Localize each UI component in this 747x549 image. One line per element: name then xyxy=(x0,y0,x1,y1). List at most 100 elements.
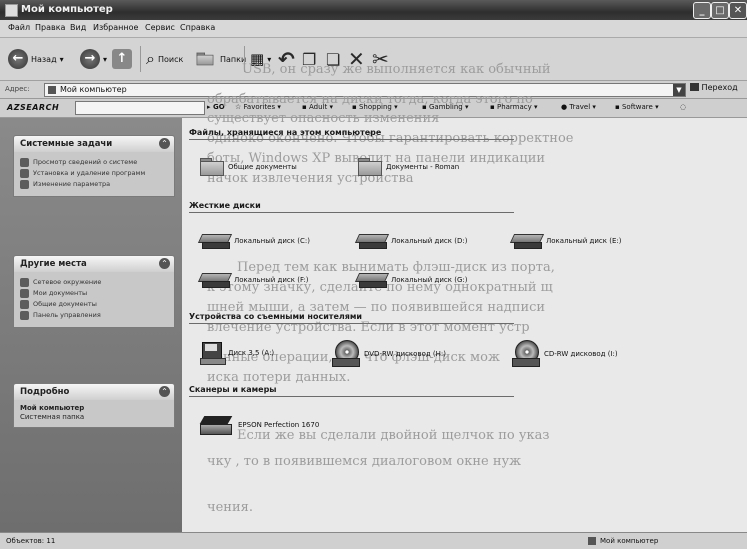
place-network[interactable]: Сетевое окружение xyxy=(20,278,169,287)
hard-disk-icon xyxy=(354,273,390,288)
scanners-section-header: Сканеры и камеры xyxy=(189,385,277,394)
menu-file[interactable]: Файл xyxy=(8,23,30,32)
section-divider xyxy=(189,139,514,140)
task-change-setting[interactable]: Изменение параметра xyxy=(20,180,169,189)
search-button[interactable]: ⌕ Поиск xyxy=(146,46,183,72)
details-panel: Подробно ⌃ Мой компьютер Системная папка xyxy=(13,383,175,428)
az-software-button[interactable]: ▪ Software ▾ xyxy=(615,103,659,111)
floppy-drive-icon xyxy=(200,342,226,365)
place-my-documents[interactable]: Мои документы xyxy=(20,289,169,298)
roman-documents-folder[interactable]: Документы - Roman xyxy=(358,158,459,176)
az-travel-button[interactable]: ● Travel ▾ xyxy=(561,103,596,111)
az-options-icon[interactable]: ◌ xyxy=(680,103,686,111)
menu-tools[interactable]: Сервис xyxy=(145,23,175,32)
folder-up-icon: ↑ xyxy=(112,49,132,69)
task-view-system-info[interactable]: Просмотр сведений о системе xyxy=(20,158,169,167)
details-header[interactable]: Подробно ⌃ xyxy=(14,384,174,400)
system-tasks-panel: Системные задачи ⌃ Просмотр сведений о с… xyxy=(13,135,175,197)
folders-icon xyxy=(196,52,214,66)
explorer-window: Мой компьютер _ □ ✕ Файл Правка Вид Избр… xyxy=(0,0,747,549)
collapse-icon[interactable]: ⌃ xyxy=(159,258,170,269)
maximize-button[interactable]: □ xyxy=(711,2,729,19)
programs-icon xyxy=(20,169,29,178)
system-tasks-body: Просмотр сведений о системе Установка и … xyxy=(14,152,174,196)
folder-icon xyxy=(200,158,224,176)
details-body: Мой компьютер Системная папка xyxy=(14,400,174,427)
menu-favorites[interactable]: Избранное xyxy=(93,23,138,32)
back-dropdown-icon[interactable]: ▾ xyxy=(60,55,64,64)
forward-dropdown-icon[interactable]: ▾ xyxy=(103,55,107,64)
floppy-drive-a[interactable]: Диск 3,5 (A:) xyxy=(200,342,274,365)
files-section-header: Файлы, хранящиеся на этом компьютере xyxy=(189,128,382,137)
control-panel-icon xyxy=(20,311,29,320)
hard-disk-icon xyxy=(354,234,390,249)
system-tasks-header[interactable]: Системные задачи ⌃ xyxy=(14,136,174,152)
back-arrow-icon: ← xyxy=(8,49,28,69)
minimize-button[interactable]: _ xyxy=(693,2,711,19)
system-info-icon xyxy=(20,158,29,167)
control-panel-icon xyxy=(20,180,29,189)
dvd-drive-h[interactable]: DVD-RW дисковод (H:) xyxy=(332,340,446,368)
close-button[interactable]: ✕ xyxy=(729,2,747,19)
other-places-header[interactable]: Другие места ⌃ xyxy=(14,256,174,272)
removable-section-header: Устройства со съемными носителями xyxy=(189,312,363,321)
details-name: Мой компьютер xyxy=(20,404,85,412)
disk-g[interactable]: Локальный диск (G:) xyxy=(354,273,467,288)
up-button[interactable]: ↑ xyxy=(112,46,132,72)
details-type: Системная папка xyxy=(20,413,85,421)
folder-icon xyxy=(358,158,382,176)
cd-drive-icon xyxy=(512,340,540,368)
hard-disk-icon xyxy=(197,273,233,288)
status-bar: Объектов: 11 Мой компьютер xyxy=(0,532,747,549)
address-dropdown-icon[interactable]: ▼ xyxy=(673,84,685,96)
menu-bar: Файл Правка Вид Избранное Сервис Справка xyxy=(0,20,747,38)
status-location: Мой компьютер xyxy=(600,537,659,545)
disk-d[interactable]: Локальный диск (D:) xyxy=(354,234,467,249)
menu-view[interactable]: Вид xyxy=(70,23,86,32)
hard-disk-icon xyxy=(197,234,233,249)
section-divider xyxy=(189,323,514,324)
back-button[interactable]: ← Назад ▾ xyxy=(8,46,64,72)
folder-icon xyxy=(20,289,29,298)
go-button[interactable]: Переход xyxy=(690,83,738,92)
task-add-remove-programs[interactable]: Установка и удаление программ xyxy=(20,169,169,178)
task-pane: Системные задачи ⌃ Просмотр сведений о с… xyxy=(0,118,182,532)
azsearch-input[interactable] xyxy=(75,101,205,115)
hdd-section-header: Жесткие диски xyxy=(189,201,261,210)
place-shared-documents[interactable]: Общие документы xyxy=(20,300,169,309)
place-control-panel[interactable]: Панель управления xyxy=(20,311,169,320)
epson-scanner[interactable]: EPSON Perfection 1670 xyxy=(199,414,319,436)
toolbar-separator xyxy=(140,46,141,72)
cd-drive-i[interactable]: CD-RW дисковод (I:) xyxy=(512,340,618,368)
folders-button[interactable]: Папки xyxy=(193,46,246,72)
network-icon xyxy=(20,278,29,287)
dvd-drive-icon xyxy=(332,340,360,368)
other-places-body: Сетевое окружение Мои документы Общие до… xyxy=(14,272,174,327)
computer-icon xyxy=(588,537,596,545)
scanner-icon xyxy=(199,414,234,436)
address-label: Адрес: xyxy=(5,85,30,93)
title-bar[interactable]: Мой компьютер _ □ ✕ xyxy=(0,0,747,20)
section-divider xyxy=(189,212,514,213)
other-places-panel: Другие места ⌃ Сетевое окружение Мои док… xyxy=(13,255,175,328)
computer-icon xyxy=(48,86,56,94)
disk-f[interactable]: Локальный диск (F:) xyxy=(197,273,309,288)
disk-c[interactable]: Локальный диск (C:) xyxy=(197,234,310,249)
collapse-icon[interactable]: ⌃ xyxy=(159,386,170,397)
shared-documents-folder[interactable]: Общие документы xyxy=(200,158,297,176)
collapse-icon[interactable]: ⌃ xyxy=(159,138,170,149)
object-count: Объектов: 11 xyxy=(6,537,56,545)
forward-arrow-icon: → xyxy=(80,49,100,69)
content-area: USB, он сразу же выполняется как обычный… xyxy=(182,62,747,532)
menu-help[interactable]: Справка xyxy=(180,23,215,32)
hard-disk-icon xyxy=(509,234,545,249)
computer-icon xyxy=(5,4,18,17)
window-title: Мой компьютер xyxy=(21,4,113,15)
address-value: Мой компьютер xyxy=(60,85,127,94)
disk-e[interactable]: Локальный диск (E:) xyxy=(509,234,621,249)
azsearch-logo: AZSEARCH xyxy=(7,103,60,112)
section-divider xyxy=(189,396,514,397)
search-icon: ⌕ xyxy=(146,49,155,68)
menu-edit[interactable]: Правка xyxy=(35,23,65,32)
forward-button[interactable]: → ▾ xyxy=(80,46,107,72)
